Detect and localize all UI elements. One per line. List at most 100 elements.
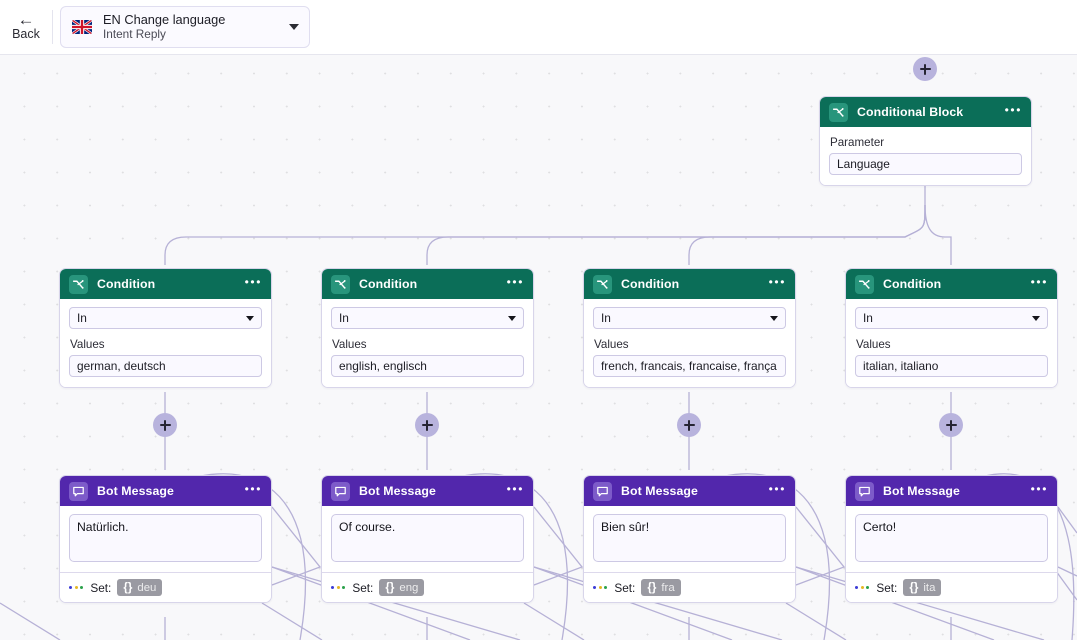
node-body: In Values italian, italiano: [846, 299, 1057, 387]
node-header: Condition •••: [584, 269, 795, 299]
more-options-icon[interactable]: •••: [507, 276, 524, 292]
values-label: Values: [332, 338, 367, 351]
braces-icon: {}: [385, 581, 395, 594]
node-footer: Set: {} deu: [60, 572, 271, 602]
variable-chip[interactable]: {} fra: [641, 579, 681, 596]
operator-value: In: [601, 311, 611, 325]
node-bot-message-french[interactable]: Bot Message ••• Bien sûr! Set: {} fra: [583, 475, 796, 603]
parameter-label: Parameter: [830, 136, 885, 149]
node-title: Condition: [359, 277, 418, 291]
set-label: Set:: [352, 580, 374, 595]
flow-canvas[interactable]: Conditional Block ••• Parameter Language…: [0, 55, 1077, 640]
node-body: In Values french, francais, francaise, f…: [584, 299, 795, 387]
operator-select[interactable]: In: [855, 307, 1048, 329]
chevron-down-icon: [770, 315, 778, 321]
more-options-icon[interactable]: •••: [769, 483, 786, 499]
more-options-icon[interactable]: •••: [245, 276, 262, 292]
node-condition-english[interactable]: Condition ••• In Values english, englisc…: [321, 268, 534, 388]
bot-message-text[interactable]: Of course.: [331, 514, 524, 562]
top-toolbar: ← Back EN Change language Intent Reply: [0, 0, 1077, 55]
add-node-button-top[interactable]: [913, 57, 937, 81]
braces-icon: {}: [909, 581, 919, 594]
node-bot-message-german[interactable]: Bot Message ••• Natürlich. Set: {} deu: [59, 475, 272, 603]
node-bot-message-italian[interactable]: Bot Message ••• Certo! Set: {} ita: [845, 475, 1058, 603]
node-conditional-block[interactable]: Conditional Block ••• Parameter Language: [819, 96, 1032, 186]
intent-title: EN Change language: [103, 12, 226, 27]
back-button-label: Back: [12, 27, 40, 41]
values-input[interactable]: english, englisch: [331, 355, 524, 377]
variable-chip[interactable]: {} ita: [903, 579, 942, 596]
node-body: In Values german, deutsch: [60, 299, 271, 387]
variable-name: deu: [137, 581, 157, 594]
speech-bubble-icon: [69, 481, 88, 501]
more-options-icon[interactable]: •••: [1031, 276, 1048, 292]
chevron-down-icon: [1032, 315, 1040, 321]
operator-select[interactable]: In: [593, 307, 786, 329]
node-title: Bot Message: [621, 484, 698, 498]
node-header: Conditional Block •••: [820, 97, 1031, 127]
set-label: Set:: [876, 580, 898, 595]
branch-icon: [69, 274, 88, 294]
variable-chip[interactable]: {} deu: [117, 579, 163, 596]
chevron-down-icon: [246, 315, 254, 321]
operator-select[interactable]: In: [331, 307, 524, 329]
speech-bubble-icon: [331, 481, 350, 501]
node-bot-message-english[interactable]: Bot Message ••• Of course. Set: {} eng: [321, 475, 534, 603]
status-dots-icon: [593, 585, 608, 590]
operator-select[interactable]: In: [69, 307, 262, 329]
variable-name: eng: [399, 581, 419, 594]
add-node-button-italian[interactable]: [939, 413, 963, 437]
variable-name: fra: [661, 581, 675, 594]
back-button[interactable]: ← Back: [0, 0, 52, 55]
node-condition-french[interactable]: Condition ••• In Values french, francais…: [583, 268, 796, 388]
more-options-icon[interactable]: •••: [769, 276, 786, 292]
braces-icon: {}: [647, 581, 657, 594]
bot-message-text[interactable]: Natürlich.: [69, 514, 262, 562]
bot-message-text[interactable]: Certo!: [855, 514, 1048, 562]
node-condition-german[interactable]: Condition ••• In Values german, deutsch: [59, 268, 272, 388]
values-input[interactable]: italian, italiano: [855, 355, 1048, 377]
speech-bubble-icon: [593, 481, 612, 501]
more-options-icon[interactable]: •••: [245, 483, 262, 499]
parameter-input[interactable]: Language: [829, 153, 1022, 175]
variable-chip[interactable]: {} eng: [379, 579, 425, 596]
values-label: Values: [594, 338, 629, 351]
values-input[interactable]: french, francais, francaise, frança: [593, 355, 786, 377]
node-title: Bot Message: [97, 484, 174, 498]
more-options-icon[interactable]: •••: [1031, 483, 1048, 499]
node-header: Condition •••: [60, 269, 271, 299]
chevron-down-icon[interactable]: [289, 24, 299, 30]
uk-flag-icon: [72, 20, 92, 34]
branch-icon: [829, 102, 848, 122]
set-label: Set:: [90, 580, 112, 595]
add-node-button-english[interactable]: [415, 413, 439, 437]
node-header: Bot Message •••: [322, 476, 533, 506]
operator-value: In: [339, 311, 349, 325]
branch-icon: [331, 274, 350, 294]
node-body: Parameter Language: [820, 127, 1031, 185]
node-body: In Values english, englisch: [322, 299, 533, 387]
add-node-button-german[interactable]: [153, 413, 177, 437]
intent-selector[interactable]: EN Change language Intent Reply: [60, 6, 310, 48]
node-body: Certo!: [846, 506, 1057, 572]
branch-icon: [593, 274, 612, 294]
bot-message-text[interactable]: Bien sûr!: [593, 514, 786, 562]
intent-subtitle: Intent Reply: [103, 27, 166, 41]
values-label: Values: [70, 338, 105, 351]
node-header: Condition •••: [846, 269, 1057, 299]
status-dots-icon: [69, 585, 84, 590]
operator-value: In: [77, 311, 87, 325]
node-title: Condition: [883, 277, 942, 291]
node-body: Bien sûr!: [584, 506, 795, 572]
speech-bubble-icon: [855, 481, 874, 501]
node-header: Condition •••: [322, 269, 533, 299]
more-options-icon[interactable]: •••: [507, 483, 524, 499]
more-options-icon[interactable]: •••: [1005, 104, 1022, 120]
set-label: Set:: [614, 580, 636, 595]
node-footer: Set: {} eng: [322, 572, 533, 602]
node-footer: Set: {} fra: [584, 572, 795, 602]
values-input[interactable]: german, deutsch: [69, 355, 262, 377]
add-node-button-french[interactable]: [677, 413, 701, 437]
node-condition-italian[interactable]: Condition ••• In Values italian, italian…: [845, 268, 1058, 388]
operator-value: In: [863, 311, 873, 325]
